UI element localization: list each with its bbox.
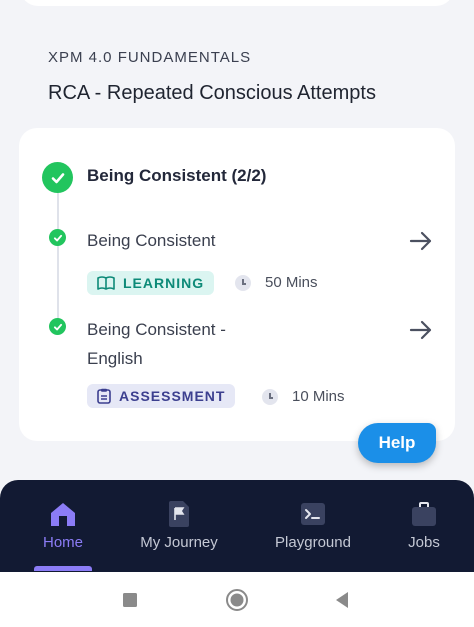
arrow-right-icon[interactable] (408, 228, 434, 254)
bottom-navigation: Home My Journey Playground Jobs (0, 480, 474, 572)
nav-item-home[interactable]: Home (36, 480, 90, 572)
terminal-icon (299, 500, 327, 528)
clipboard-icon (97, 388, 111, 404)
item-complete-check-icon (49, 318, 66, 335)
learning-badge: LEARNING (87, 271, 215, 295)
item-title-line2: English (87, 349, 143, 368)
item-title-being-consistent-english[interactable]: Being Consistent - English (87, 315, 226, 373)
course-label: XPM 4.0 FUNDAMENTALS (48, 49, 252, 66)
system-navigation-bar (0, 572, 474, 627)
item-duration: 10 Mins (262, 388, 345, 405)
course-title: RCA - Repeated Conscious Attempts (48, 82, 376, 104)
duration-label: 10 Mins (292, 388, 345, 405)
clock-icon (262, 388, 278, 405)
nav-item-jobs[interactable]: Jobs (402, 480, 446, 572)
briefcase-icon (410, 500, 438, 528)
book-icon (97, 276, 115, 290)
arrow-right-icon[interactable] (408, 317, 434, 343)
recents-icon[interactable] (118, 572, 142, 627)
previous-card (20, 0, 454, 6)
duration-label: 50 Mins (265, 274, 318, 291)
learning-badge-label: LEARNING (123, 275, 205, 291)
assessment-badge: ASSESSMENT (87, 384, 236, 408)
section-complete-check-icon (42, 162, 73, 193)
home-circle-icon[interactable] (224, 572, 250, 627)
active-tab-indicator (34, 566, 92, 571)
section-title: Being Consistent (2/2) (87, 166, 267, 185)
assessment-badge-label: ASSESSMENT (119, 388, 226, 404)
timeline-line (57, 192, 59, 322)
nav-item-playground[interactable]: Playground (270, 480, 356, 572)
flag-icon (165, 500, 193, 528)
nav-label-playground: Playground (275, 534, 351, 551)
back-triangle-icon[interactable] (330, 572, 354, 627)
help-button[interactable]: Help (358, 423, 436, 463)
item-title-being-consistent[interactable]: Being Consistent (87, 226, 216, 255)
item-duration: 50 Mins (235, 274, 318, 291)
nav-label-home: Home (42, 534, 83, 551)
nav-item-my-journey[interactable]: My Journey (134, 480, 224, 572)
nav-label-jobs: Jobs (408, 534, 440, 551)
item-complete-check-icon (49, 229, 66, 246)
nav-label-my-journey: My Journey (140, 534, 218, 551)
home-icon (49, 500, 77, 528)
item-title-line1: Being Consistent - (87, 320, 226, 339)
clock-icon (235, 274, 251, 291)
